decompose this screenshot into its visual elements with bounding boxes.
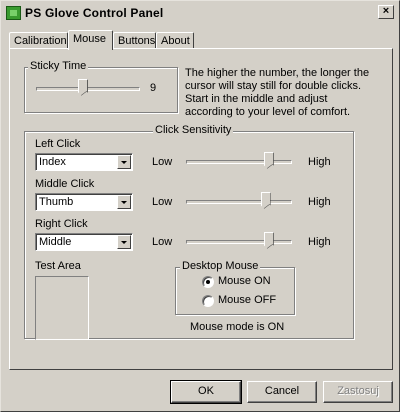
- ok-button[interactable]: OK: [170, 380, 242, 404]
- desktop-mouse-group: Desktop Mouse Mouse ON Mouse OFF: [175, 260, 295, 315]
- middle-click-slider-track[interactable]: [186, 200, 292, 204]
- click-sensitivity-label: Click Sensitivity: [153, 124, 234, 136]
- mouse-off-radio[interactable]: [202, 295, 214, 307]
- sticky-time-group: Sticky Time 9: [24, 60, 178, 113]
- sticky-time-label: Sticky Time: [28, 60, 89, 72]
- right-click-select[interactable]: Middle: [35, 233, 133, 251]
- right-click-low-label: Low: [152, 236, 173, 248]
- test-area-label: Test Area: [35, 260, 81, 272]
- chevron-down-icon[interactable]: [117, 195, 131, 209]
- apply-button[interactable]: Zastosuj: [323, 381, 393, 403]
- tab-about[interactable]: About: [156, 32, 194, 49]
- left-click-slider-track[interactable]: [186, 160, 292, 164]
- window-title: PS Glove Control Panel: [25, 6, 164, 20]
- title-bar[interactable]: PS Glove Control Panel ×: [3, 3, 397, 23]
- right-click-label: Right Click: [35, 218, 88, 230]
- mouse-off-label[interactable]: Mouse OFF: [218, 294, 276, 306]
- left-click-selected-value: Index: [39, 156, 66, 168]
- tab-calibration[interactable]: Calibration: [9, 32, 68, 49]
- chevron-down-icon[interactable]: [117, 235, 131, 249]
- middle-click-high-label: High: [308, 196, 331, 208]
- mouse-on-label[interactable]: Mouse ON: [218, 275, 271, 287]
- test-area[interactable]: [35, 276, 89, 340]
- middle-click-label: Middle Click: [35, 178, 95, 190]
- right-click-slider-thumb[interactable]: [263, 232, 274, 250]
- sticky-time-value: 9: [150, 82, 157, 94]
- mouse-tab-panel: Sticky Time 9 The higher the number, the…: [9, 48, 393, 370]
- right-click-slider-track[interactable]: [186, 240, 292, 244]
- description-line: Start in the middle and adjust: [185, 93, 328, 105]
- sticky-time-slider-thumb[interactable]: [77, 79, 88, 97]
- glove-app-icon: [6, 6, 21, 20]
- desktop-mouse-label: Desktop Mouse: [180, 260, 261, 272]
- sticky-time-slider-track[interactable]: [36, 87, 140, 91]
- description-line: according to your level of comfort.: [185, 106, 351, 118]
- left-click-label: Left Click: [35, 138, 81, 150]
- left-click-high-label: High: [308, 156, 331, 168]
- middle-click-slider-thumb[interactable]: [260, 192, 271, 210]
- cancel-button[interactable]: Cancel: [247, 381, 317, 403]
- control-panel-window: PS Glove Control Panel × Calibration Mou…: [0, 0, 400, 412]
- tab-mouse[interactable]: Mouse: [68, 30, 113, 50]
- description-line: The higher the number, the longer the: [185, 67, 370, 79]
- mouse-mode-status: Mouse mode is ON: [190, 321, 285, 333]
- left-click-low-label: Low: [152, 156, 173, 168]
- tab-buttons[interactable]: Buttons: [113, 32, 156, 49]
- close-button[interactable]: ×: [378, 5, 394, 19]
- middle-click-selected-value: Thumb: [39, 196, 74, 208]
- left-click-slider-thumb[interactable]: [263, 152, 274, 170]
- mouse-on-radio[interactable]: [202, 276, 214, 288]
- left-click-select[interactable]: Index: [35, 153, 133, 171]
- chevron-down-icon[interactable]: [117, 155, 131, 169]
- right-click-selected-value: Middle: [39, 236, 72, 248]
- middle-click-select[interactable]: Thumb: [35, 193, 133, 211]
- description-line: cursor will stay still for double clicks…: [185, 80, 362, 92]
- sticky-time-description: The higher the number, the longer the cu…: [185, 67, 369, 119]
- right-click-high-label: High: [308, 236, 331, 248]
- middle-click-low-label: Low: [152, 196, 173, 208]
- click-sensitivity-group: Click Sensitivity Left Click Index Low H…: [24, 124, 354, 340]
